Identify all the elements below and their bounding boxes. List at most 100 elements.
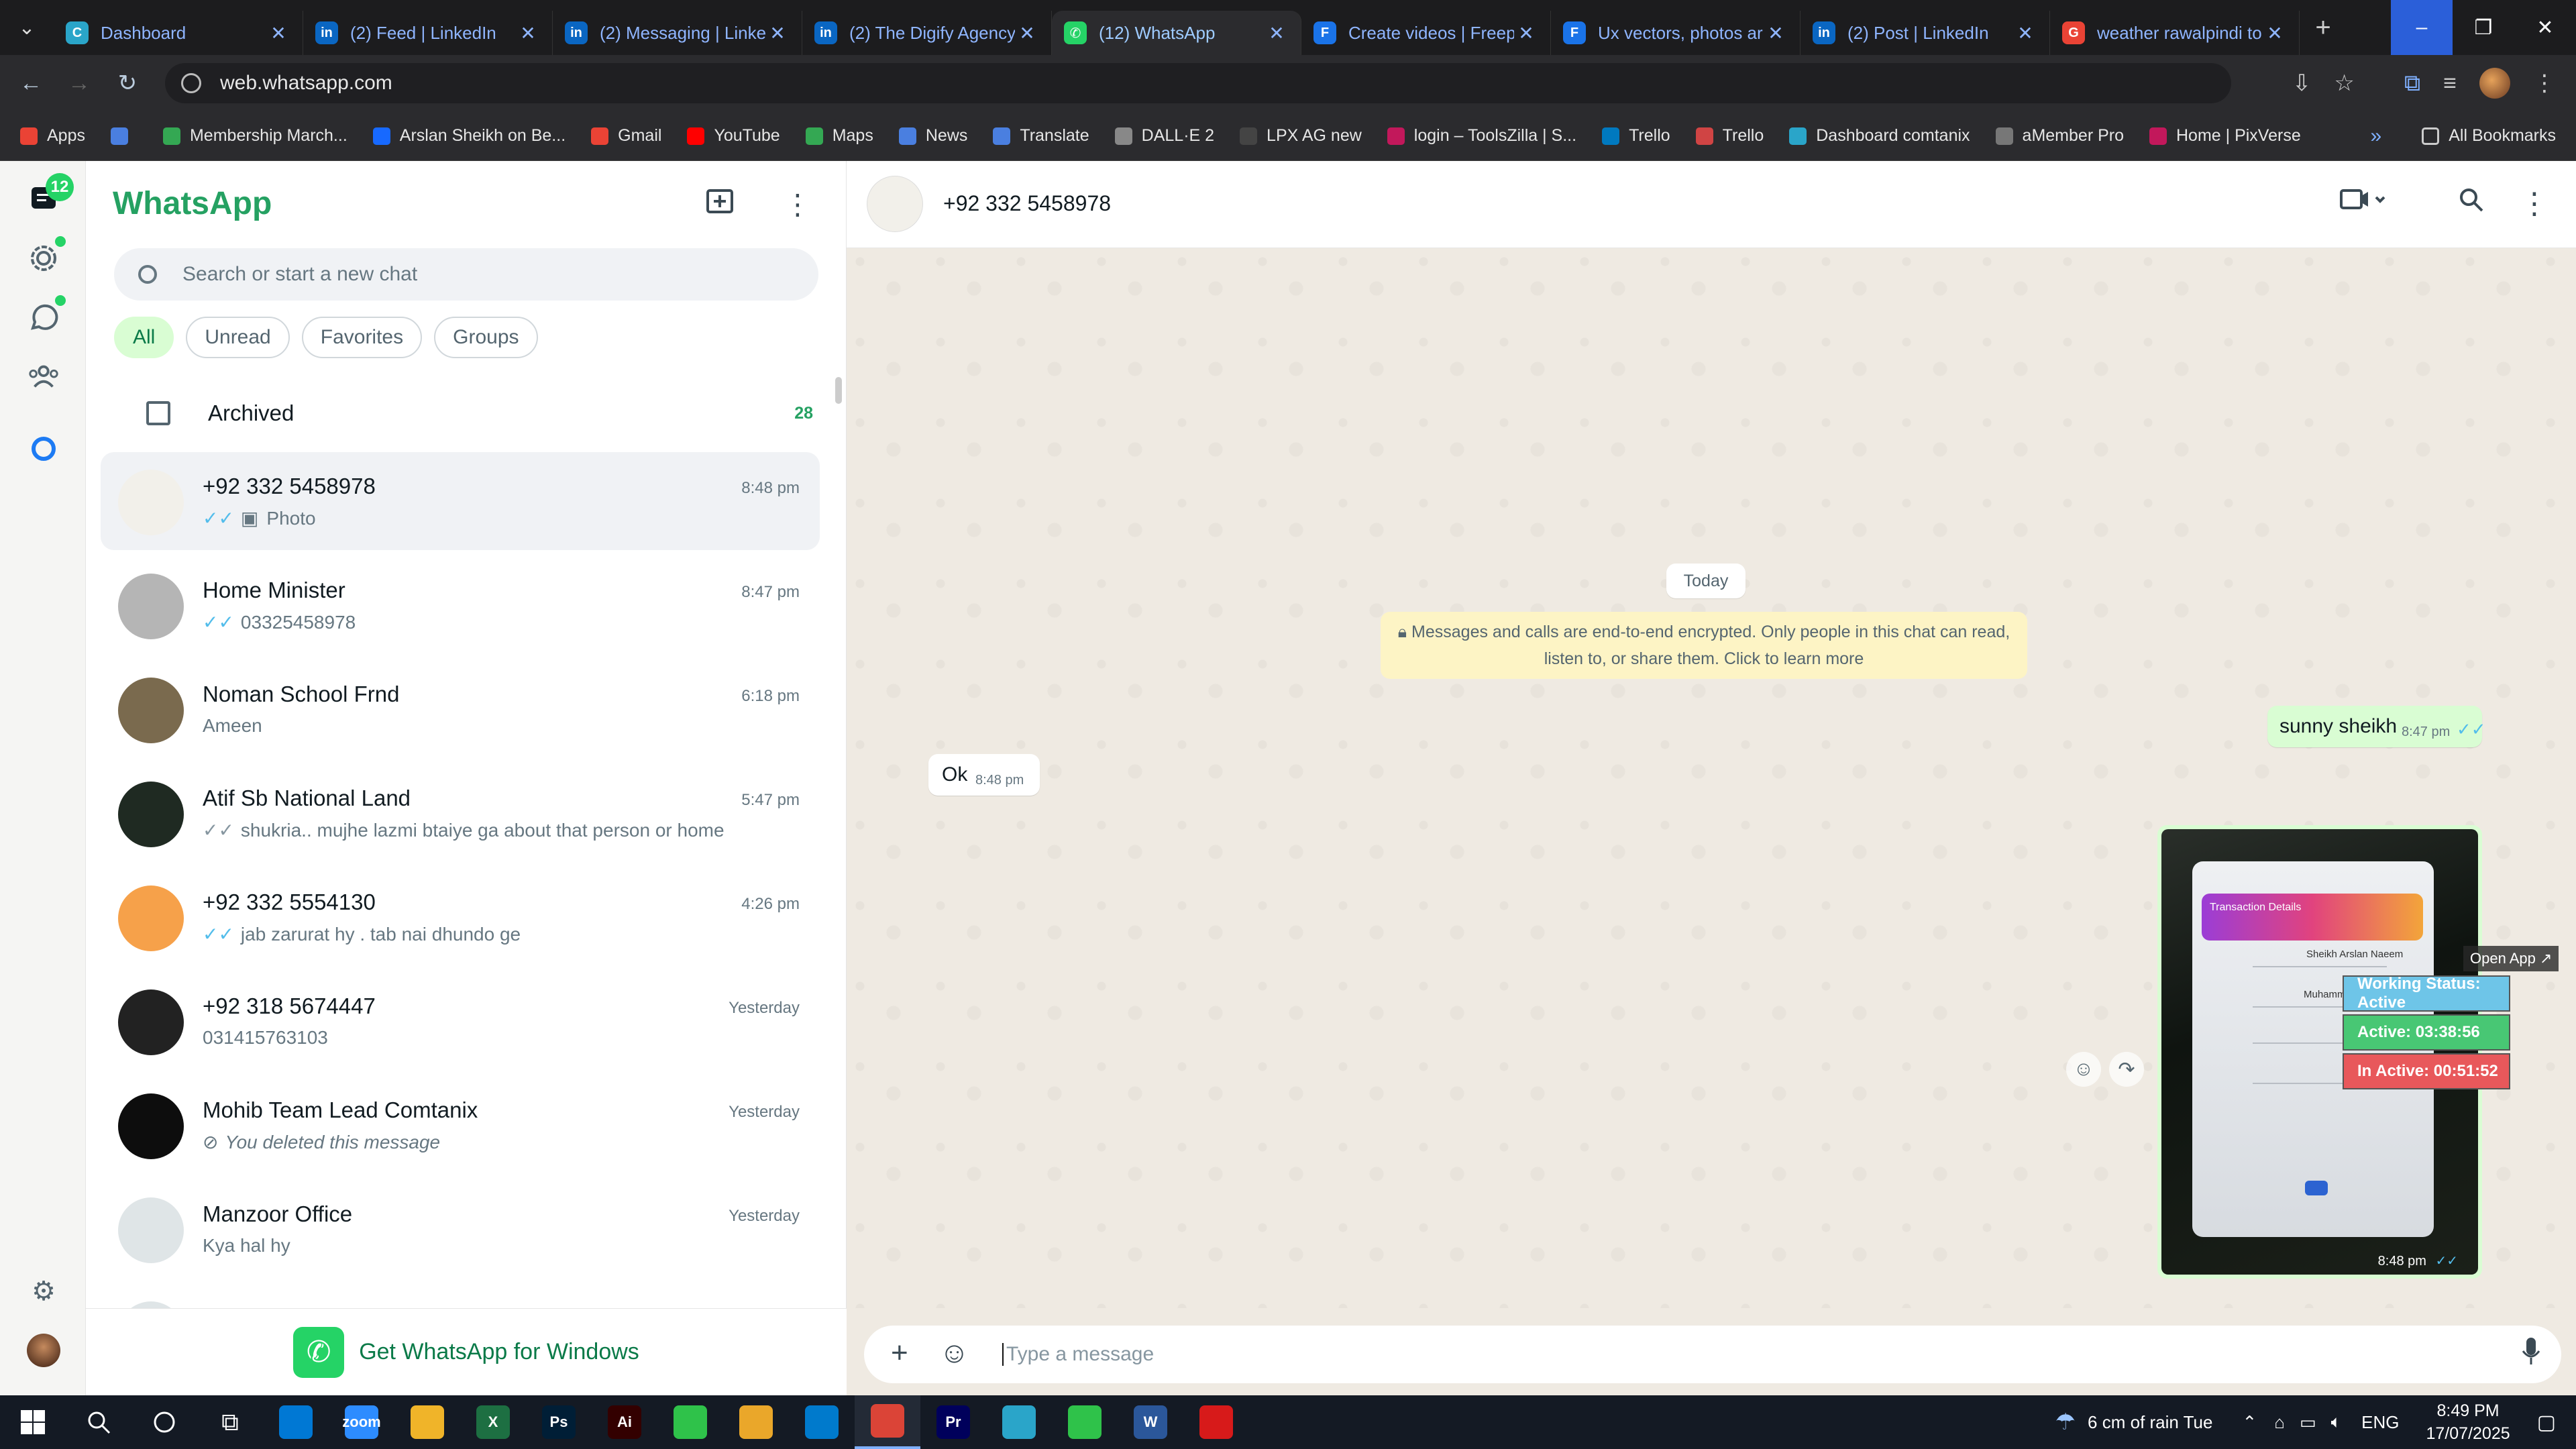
image-message[interactable]: Transaction Details Sheikh Arslan Naeem … bbox=[2157, 825, 2482, 1279]
taskbar-app[interactable]: W bbox=[1118, 1395, 1183, 1449]
settings-gear-icon[interactable]: ⚙ bbox=[27, 1275, 60, 1308]
message-bubble-incoming[interactable]: Ok 8:48 pm bbox=[928, 754, 1040, 796]
taskbar-app[interactable] bbox=[723, 1395, 789, 1449]
open-app-button[interactable]: Open App ↗ bbox=[2463, 946, 2559, 971]
restore-button[interactable]: ❐ bbox=[2453, 0, 2514, 55]
bookmark-item[interactable]: Home | PixVerse bbox=[2149, 126, 2301, 146]
filter-all[interactable]: All bbox=[114, 317, 174, 358]
bookmark-item[interactable]: YouTube bbox=[687, 126, 780, 146]
status-icon[interactable] bbox=[27, 241, 60, 275]
windows-start-icon[interactable] bbox=[0, 1395, 66, 1449]
tab-close-icon[interactable]: ✕ bbox=[266, 22, 290, 44]
tab-search-chevron-icon[interactable]: ⌄ bbox=[0, 0, 54, 55]
taskbar-app[interactable] bbox=[263, 1395, 329, 1449]
search-chat-icon[interactable] bbox=[2458, 186, 2485, 221]
get-whatsapp-windows-banner[interactable]: ✆ Get WhatsApp for Windows bbox=[86, 1308, 847, 1395]
chat-list-item[interactable]: Manzoor Office Kya hal hy Yesterday bbox=[101, 1180, 820, 1278]
close-window-button[interactable]: ✕ bbox=[2514, 0, 2576, 55]
bookmark-item[interactable]: login – ToolsZilla | S... bbox=[1387, 126, 1576, 146]
tray-wifi-icon[interactable]: ▭ bbox=[2300, 1412, 2316, 1433]
notification-icon[interactable]: ▢ bbox=[2537, 1411, 2556, 1434]
chat-list-item[interactable]: Atif Sb National Land ✓✓ shukria.. mujhe l… bbox=[101, 764, 820, 862]
language-indicator[interactable]: ENG bbox=[2361, 1412, 2399, 1433]
taskbar-app[interactable] bbox=[855, 1395, 920, 1449]
taskbar-app[interactable]: Ai bbox=[592, 1395, 657, 1449]
taskbar-app[interactable] bbox=[1183, 1395, 1249, 1449]
archived-row[interactable]: Archived 28 bbox=[86, 382, 847, 444]
bookmark-item[interactable]: Translate bbox=[993, 126, 1089, 146]
address-bar[interactable]: web.whatsapp.com bbox=[165, 63, 2231, 103]
new-tab-button[interactable]: + bbox=[2300, 13, 2347, 43]
chat-list-item[interactable]: +92 332 5554130 ✓✓ jab zarurat hy . tab na… bbox=[101, 868, 820, 966]
chat-list-scrollbar[interactable] bbox=[835, 377, 842, 404]
message-area[interactable]: Today 🔒︎ Messages and calls are end-to-e… bbox=[847, 248, 2576, 1308]
browser-tab[interactable]: in (2) Post | LinkedIn ✕ bbox=[1801, 11, 2050, 55]
taskbar-app[interactable] bbox=[789, 1395, 855, 1449]
taskbar-app[interactable]: X bbox=[460, 1395, 526, 1449]
site-info-icon[interactable] bbox=[181, 73, 201, 93]
taskbar-app[interactable] bbox=[657, 1395, 723, 1449]
channels-icon[interactable] bbox=[27, 301, 60, 334]
reload-icon[interactable]: ↻ bbox=[103, 70, 152, 97]
forward-arrow-icon[interactable]: → bbox=[55, 70, 103, 97]
browser-tab[interactable]: in (2) Feed | LinkedIn ✕ bbox=[303, 11, 553, 55]
profile-avatar[interactable] bbox=[2479, 68, 2510, 99]
video-call-icon[interactable] bbox=[2340, 186, 2388, 221]
contact-avatar[interactable] bbox=[867, 176, 923, 232]
bookmark-item[interactable]: Trello bbox=[1602, 126, 1670, 146]
browser-tab[interactable]: in (2) Messaging | Linke ✕ bbox=[553, 11, 802, 55]
communities-icon[interactable] bbox=[27, 360, 60, 393]
bookmark-item[interactable]: Apps bbox=[20, 126, 85, 146]
chat-list-item[interactable]: Noman School Frnd Ameen 6:18 pm bbox=[101, 660, 820, 758]
tab-close-icon[interactable]: ✕ bbox=[2263, 22, 2287, 44]
forward-icon[interactable]: ↷ bbox=[2109, 1052, 2144, 1087]
taskbar-app[interactable] bbox=[1052, 1395, 1118, 1449]
conversation-header[interactable]: +92 332 5458978 ⋮ bbox=[847, 161, 2576, 248]
extensions-puzzle-icon[interactable]: ⧉ bbox=[2404, 70, 2420, 97]
minimize-button[interactable]: – bbox=[2391, 0, 2453, 55]
react-emoji-icon[interactable]: ☺ bbox=[2066, 1052, 2101, 1087]
cortana-circle-icon[interactable] bbox=[131, 1395, 197, 1449]
bookmark-item[interactable]: News bbox=[898, 126, 967, 146]
tab-close-icon[interactable]: ✕ bbox=[1015, 22, 1039, 44]
attach-plus-icon[interactable]: + bbox=[891, 1336, 908, 1370]
chat-list-item[interactable]: Mohib Team Lead Comtanix ⊘ You deleted thi… bbox=[101, 1076, 820, 1174]
bookmark-item[interactable]: Membership March... bbox=[162, 126, 347, 146]
chat-list-item[interactable]: Home Minister ✓✓ 03325458978 8:47 pm bbox=[101, 556, 820, 654]
reading-list-icon[interactable]: ≡ bbox=[2443, 70, 2457, 97]
chat-list-item[interactable]: +92 318 5674447 031415763103 Yesterday bbox=[101, 972, 820, 1070]
bookmark-item[interactable]: Trello bbox=[1695, 126, 1764, 146]
taskbar-app[interactable] bbox=[986, 1395, 1052, 1449]
install-app-icon[interactable]: ⇩ bbox=[2292, 70, 2312, 97]
taskbar-app[interactable]: zoom bbox=[329, 1395, 394, 1449]
browser-tab[interactable]: Gweather rawalpindi to ✕ bbox=[2050, 11, 2300, 55]
browser-tab[interactable]: F Ux vectors, photos ar ✕ bbox=[1551, 11, 1801, 55]
bookmark-item[interactable]: DALL·E 2 bbox=[1114, 126, 1214, 146]
tab-close-icon[interactable]: ✕ bbox=[1265, 22, 1289, 44]
profile-photo[interactable] bbox=[27, 1334, 60, 1367]
browser-tab[interactable]: in (2) The Digify Agency ✕ bbox=[802, 11, 1052, 55]
bookmark-item[interactable]: Arslan Sheikh on Be... bbox=[372, 126, 566, 146]
message-bubble-outgoing[interactable]: sunny sheikh 8:47 pm ✓✓ bbox=[2267, 706, 2486, 747]
meta-ai-icon[interactable] bbox=[27, 432, 60, 466]
clock[interactable]: 8:49 PM 17/07/2025 bbox=[2426, 1399, 2510, 1445]
bookmark-star-icon[interactable]: ☆ bbox=[2334, 70, 2354, 97]
bookmark-item[interactable] bbox=[110, 127, 138, 145]
browser-tab[interactable]: ✆ (12) WhatsApp ✕ bbox=[1052, 11, 1301, 55]
chat-menu-dots-icon[interactable]: ⋮ bbox=[2520, 186, 2549, 221]
chat-list-item[interactable]: +92 332 5458978 ✓✓ ▣ Photo 8:48 pm bbox=[101, 452, 820, 550]
back-arrow-icon[interactable]: ← bbox=[7, 70, 55, 97]
filter-groups[interactable]: Groups bbox=[434, 317, 538, 358]
task-view-icon[interactable]: ⧉ bbox=[197, 1395, 263, 1449]
taskbar-app[interactable]: Ps bbox=[526, 1395, 592, 1449]
filter-unread[interactable]: Unread bbox=[186, 317, 290, 358]
bookmark-item[interactable]: Maps bbox=[805, 126, 873, 146]
tab-close-icon[interactable]: ✕ bbox=[1514, 22, 1538, 44]
search-input[interactable]: Search or start a new chat bbox=[114, 248, 818, 301]
message-input[interactable]: Type a message bbox=[1002, 1343, 1154, 1366]
bookmark-item[interactable]: aMember Pro bbox=[1995, 126, 2124, 146]
tab-close-icon[interactable]: ✕ bbox=[516, 22, 540, 44]
microphone-icon[interactable] bbox=[2521, 1336, 2541, 1373]
photo-thumbnail[interactable]: Transaction Details Sheikh Arslan Naeem … bbox=[2161, 829, 2478, 1275]
tray-chevron-icon[interactable]: ⌃ bbox=[2242, 1412, 2257, 1433]
